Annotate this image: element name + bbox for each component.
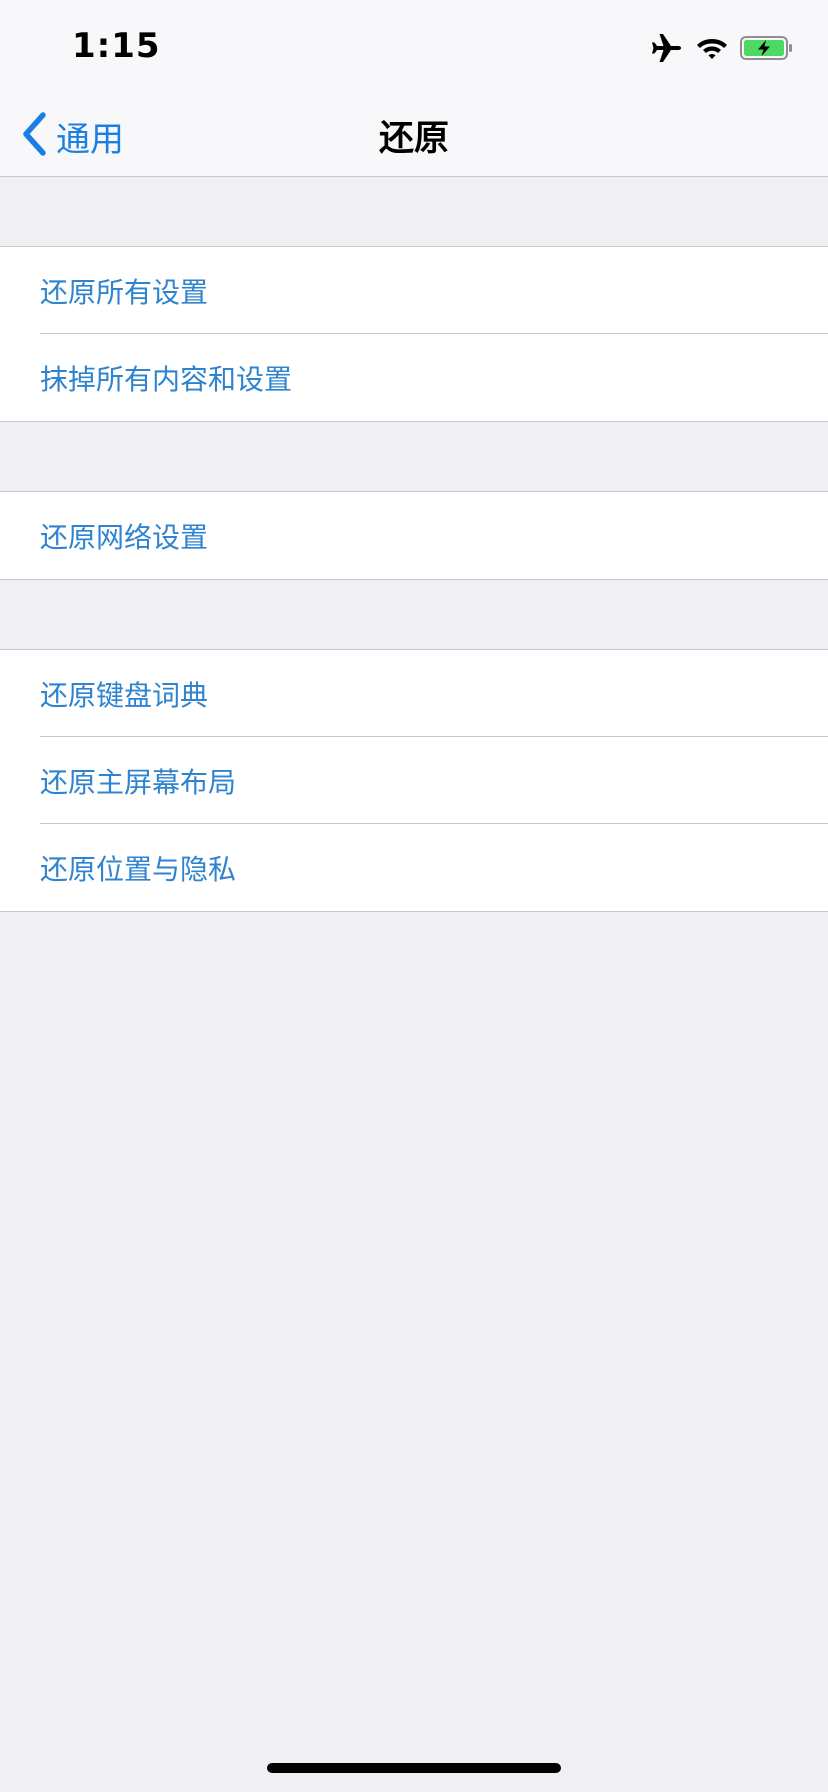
row-label: 抹掉所有内容和设置 [40,363,293,396]
reset-keyboard-dictionary-row[interactable]: 还原键盘词典 [0,650,828,737]
settings-group-other-resets: 还原键盘词典 还原主屏幕布局 还原位置与隐私 [0,649,828,912]
reset-network-settings-row[interactable]: 还原网络设置 [0,492,828,579]
navigation-bar: 通用 还原 [0,96,828,177]
wifi-icon [696,35,728,65]
status-bar: 1:15 [0,0,828,96]
battery-charging-icon [740,35,794,65]
status-time: 1:15 [72,26,161,66]
reset-all-settings-row[interactable]: 还原所有设置 [0,247,828,334]
row-label: 还原位置与隐私 [40,853,237,886]
home-indicator[interactable] [267,1763,561,1773]
airplane-icon [652,33,684,67]
settings-group-reset-all: 还原所有设置 抹掉所有内容和设置 [0,246,828,422]
row-label: 还原网络设置 [40,521,209,554]
erase-all-content-row[interactable]: 抹掉所有内容和设置 [0,334,828,421]
settings-group-network: 还原网络设置 [0,491,828,580]
reset-home-screen-layout-row[interactable]: 还原主屏幕布局 [0,737,828,824]
status-icons [652,34,794,66]
row-label: 还原键盘词典 [40,679,209,712]
page-title: 还原 [378,119,449,159]
row-label: 还原主屏幕布局 [40,766,237,799]
row-label: 还原所有设置 [40,276,209,309]
reset-location-privacy-row[interactable]: 还原位置与隐私 [0,824,828,911]
